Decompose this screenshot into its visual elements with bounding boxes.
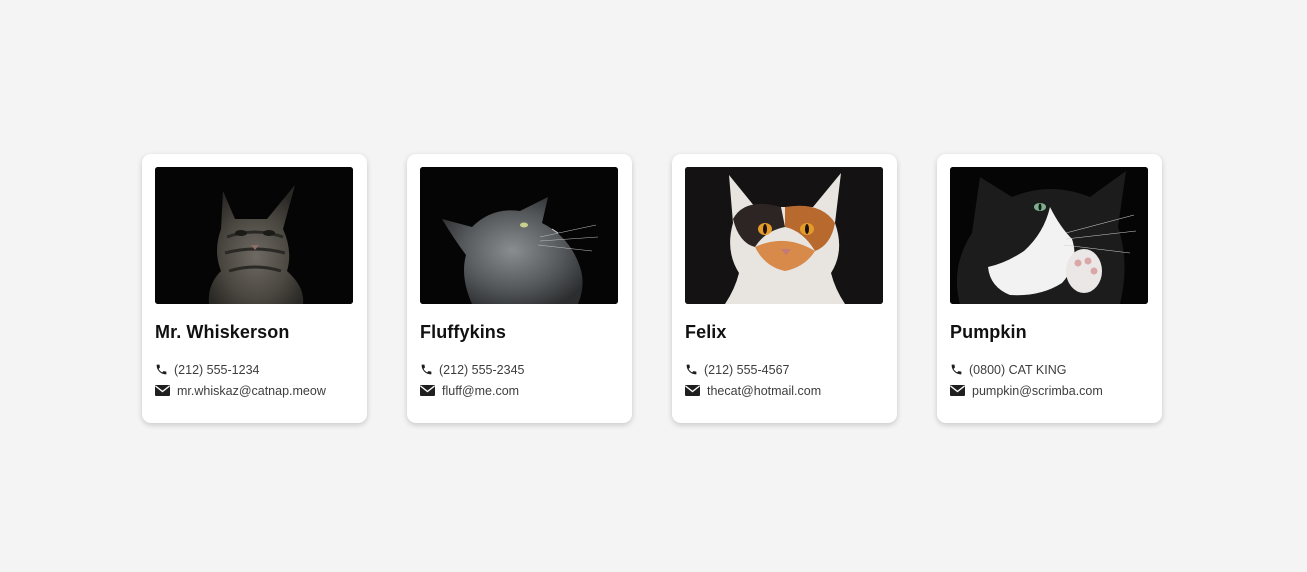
contact-info: (212) 555-1234 mr.whiskaz@catnap.meow [155,359,354,401]
contact-phone: (212) 555-4567 [704,362,790,377]
calico-cat-photo [685,167,883,304]
contact-phone: (212) 555-2345 [439,362,525,377]
contact-name: Felix [685,322,727,342]
contact-email: fluff@me.com [442,383,520,398]
phone-icon [420,363,434,377]
contact-card: Pumpkin (0800) CAT KING pumpkin@scrimba.… [937,154,1162,423]
contact-phone: (0800) CAT KING [969,362,1067,377]
contact-card: Felix (212) 555-4567 thecat@hotmail.com [672,154,897,423]
contact-email-row: pumpkin@scrimba.com [950,380,1149,401]
contact-card: Fluffykins (212) 555-2345 fluff@me.com [407,154,632,423]
envelope-icon [685,384,701,398]
phone-icon [685,363,699,377]
contact-email-row: thecat@hotmail.com [685,380,884,401]
contact-name: Mr. Whiskerson [155,322,290,342]
contact-phone-row: (212) 555-2345 [420,359,619,380]
contact-email: thecat@hotmail.com [707,383,822,398]
grey-fluffy-cat-photo [420,167,618,304]
contact-photo [685,167,883,304]
phone-icon [950,363,964,377]
contact-name: Pumpkin [950,322,1027,342]
contact-photo [420,167,618,304]
contact-email-row: fluff@me.com [420,380,619,401]
envelope-icon [420,384,436,398]
envelope-icon [155,384,171,398]
contact-name: Fluffykins [420,322,507,342]
contact-info: (212) 555-4567 thecat@hotmail.com [685,359,884,401]
contact-phone-row: (0800) CAT KING [950,359,1149,380]
contact-info: (0800) CAT KING pumpkin@scrimba.com [950,359,1149,401]
contact-phone-row: (212) 555-4567 [685,359,884,380]
contact-phone: (212) 555-1234 [174,362,260,377]
tuxedo-cat-photo [950,167,1148,304]
contact-email-row: mr.whiskaz@catnap.meow [155,380,354,401]
contact-email: mr.whiskaz@catnap.meow [177,383,326,398]
contact-phone-row: (212) 555-1234 [155,359,354,380]
phone-icon [155,363,169,377]
contacts-list: Mr. Whiskerson (212) 555-1234 mr.whiskaz… [142,154,1162,423]
contact-photo [155,167,353,304]
tabby-cat-photo [155,167,353,304]
contact-photo [950,167,1148,304]
contact-info: (212) 555-2345 fluff@me.com [420,359,619,401]
contact-email: pumpkin@scrimba.com [972,383,1103,398]
contact-card: Mr. Whiskerson (212) 555-1234 mr.whiskaz… [142,154,367,423]
envelope-icon [950,384,966,398]
